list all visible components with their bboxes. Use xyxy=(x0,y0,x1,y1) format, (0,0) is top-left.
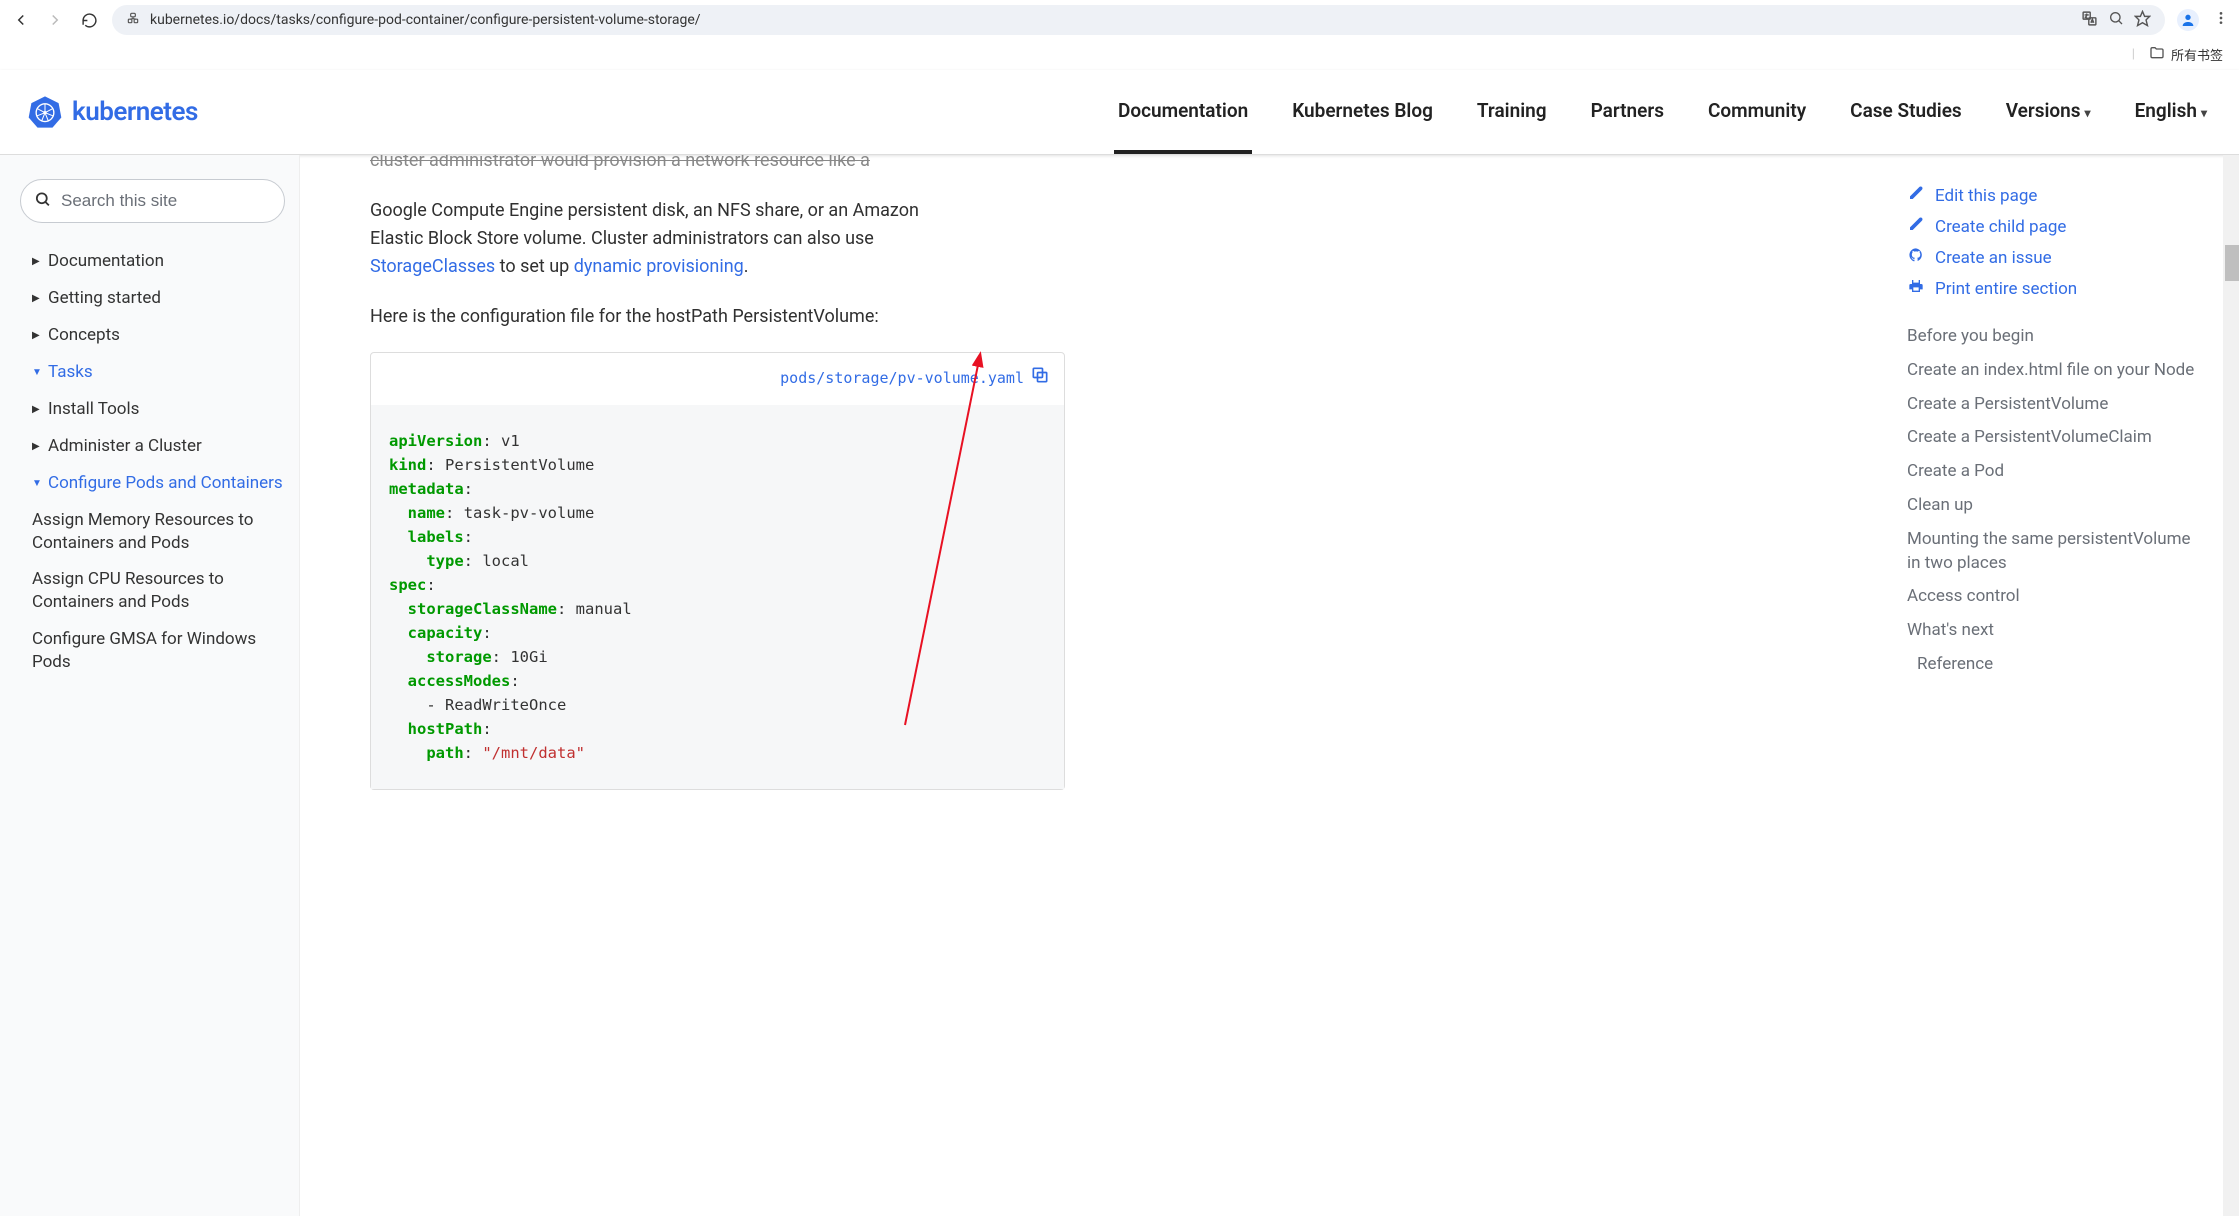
code-block: pods/storage/pv-volume.yaml apiVersion: … xyxy=(370,352,1065,789)
clipped-text: cluster administrator would provision a … xyxy=(370,155,930,175)
forward-button[interactable] xyxy=(44,9,66,31)
browser-toolbar: kubernetes.io/docs/tasks/configure-pod-c… xyxy=(0,0,2239,40)
code-source-link[interactable]: pods/storage/pv-volume.yaml xyxy=(780,367,1024,390)
nav-language[interactable]: English xyxy=(2131,71,2211,154)
toc-item[interactable]: Create a PersistentVolumeClaim xyxy=(1907,426,2199,450)
toc-item[interactable]: Mounting the same persistentVolume in tw… xyxy=(1907,528,2199,576)
nav-documentation[interactable]: Documentation xyxy=(1114,71,1252,154)
action-create-issue[interactable]: Create an issue xyxy=(1907,247,2199,268)
nav-training[interactable]: Training xyxy=(1473,71,1551,154)
sidebar-item-install-tools[interactable]: ▶Install Tools xyxy=(14,391,299,428)
nav-case-studies[interactable]: Case Studies xyxy=(1846,71,1966,154)
search-input[interactable] xyxy=(20,179,285,223)
address-bar[interactable]: kubernetes.io/docs/tasks/configure-pod-c… xyxy=(112,5,2165,35)
sidebar-item-documentation[interactable]: ▶Documentation xyxy=(14,243,299,280)
link-dynamic-provisioning[interactable]: dynamic provisioning xyxy=(574,256,744,277)
folder-icon[interactable] xyxy=(2149,45,2165,65)
copy-icon[interactable] xyxy=(1030,365,1050,392)
toc-item[interactable]: Create a PersistentVolume xyxy=(1907,393,2199,417)
reload-button[interactable] xyxy=(78,9,100,31)
right-column: Edit this page Create child page Create … xyxy=(1883,155,2223,1216)
toc-item[interactable]: Before you begin xyxy=(1907,325,2199,349)
toc-item[interactable]: Access control xyxy=(1907,585,2199,609)
nav-community[interactable]: Community xyxy=(1704,71,1810,154)
bookmark-star-icon[interactable] xyxy=(2134,10,2151,31)
all-bookmarks-label[interactable]: 所有书签 xyxy=(2171,45,2223,64)
search-icon xyxy=(34,191,51,212)
scrollbar-thumb[interactable] xyxy=(2225,245,2239,281)
code-body: apiVersion: v1 kind: PersistentVolume me… xyxy=(371,405,1064,789)
main-content: cluster administrator would provision a … xyxy=(300,155,1883,1216)
pencil-icon xyxy=(1907,185,1925,206)
table-of-contents: Before you begin Create an index.html fi… xyxy=(1907,325,2199,677)
sidebar-item-concepts[interactable]: ▶Concepts xyxy=(14,317,299,354)
pencil-icon xyxy=(1907,216,1925,237)
kubernetes-logo-icon xyxy=(28,95,62,129)
action-print-section[interactable]: Print entire section xyxy=(1907,278,2199,299)
site-info-icon[interactable] xyxy=(126,11,140,29)
paragraph: Here is the configuration file for the h… xyxy=(370,303,930,331)
profile-avatar[interactable] xyxy=(2177,9,2199,31)
logo-text: kubernetes xyxy=(72,97,198,127)
toc-item[interactable]: Reference xyxy=(1907,653,2199,677)
page-scrollbar[interactable] xyxy=(2223,155,2239,1216)
toc-item[interactable]: What's next xyxy=(1907,619,2199,643)
menu-icon[interactable] xyxy=(2213,10,2229,30)
toc-item[interactable]: Create an index.html file on your Node xyxy=(1907,359,2199,383)
site-header: kubernetes Documentation Kubernetes Blog… xyxy=(0,70,2239,155)
back-button[interactable] xyxy=(10,9,32,31)
sidebar-item-configure-pods[interactable]: ▼Configure Pods and Containers xyxy=(14,465,299,502)
paragraph: Google Compute Engine persistent disk, a… xyxy=(370,197,930,281)
sidebar-item-getting-started[interactable]: ▶Getting started xyxy=(14,280,299,317)
action-edit-page[interactable]: Edit this page xyxy=(1907,185,2199,206)
divider: | xyxy=(2132,47,2135,62)
action-create-child[interactable]: Create child page xyxy=(1907,216,2199,237)
toc-item[interactable]: Create a Pod xyxy=(1907,460,2199,484)
toc-item[interactable]: Clean up xyxy=(1907,494,2199,518)
print-icon xyxy=(1907,278,1925,299)
sidebar-item-configure-gmsa[interactable]: Configure GMSA for Windows Pods xyxy=(14,621,299,681)
translate-icon[interactable] xyxy=(2081,10,2098,31)
link-storageclasses[interactable]: StorageClasses xyxy=(370,256,495,277)
sidebar: ▶Documentation ▶Getting started ▶Concept… xyxy=(0,155,300,1216)
sidebar-item-tasks[interactable]: ▼Tasks xyxy=(14,354,299,391)
logo[interactable]: kubernetes xyxy=(28,95,198,129)
github-icon xyxy=(1907,247,1925,268)
sidebar-item-assign-cpu[interactable]: Assign CPU Resources to Containers and P… xyxy=(14,561,299,621)
bookmarks-bar: | 所有书签 xyxy=(0,40,2239,70)
zoom-icon[interactable] xyxy=(2108,10,2124,30)
sidebar-item-assign-memory[interactable]: Assign Memory Resources to Containers an… xyxy=(14,502,299,562)
url-text: kubernetes.io/docs/tasks/configure-pod-c… xyxy=(150,12,701,28)
nav-versions[interactable]: Versions xyxy=(2002,71,2095,154)
sidebar-item-administer-cluster[interactable]: ▶Administer a Cluster xyxy=(14,428,299,465)
nav-blog[interactable]: Kubernetes Blog xyxy=(1288,71,1437,154)
nav-partners[interactable]: Partners xyxy=(1587,71,1668,154)
